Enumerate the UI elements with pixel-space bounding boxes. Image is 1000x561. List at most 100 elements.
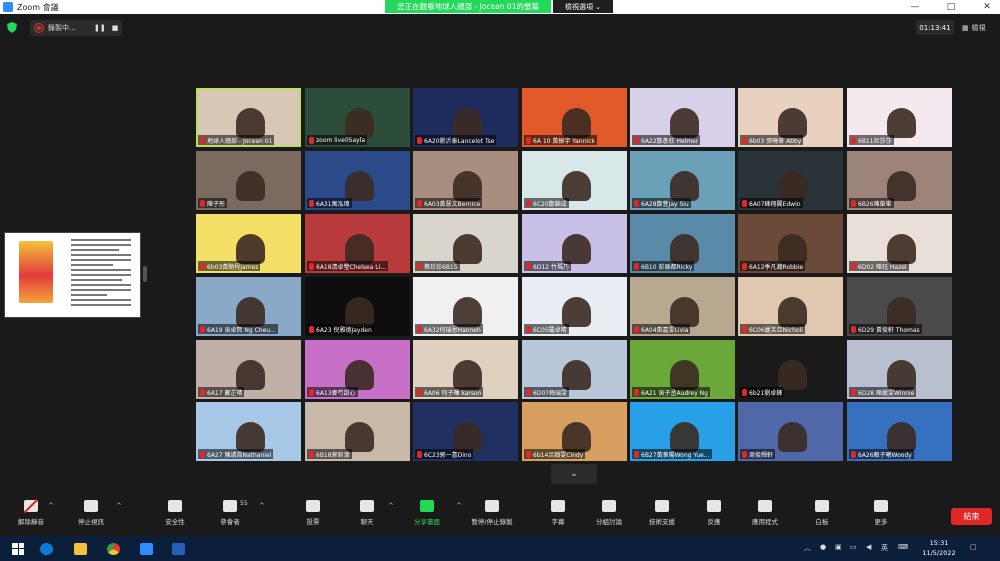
participant-tile[interactable]: 6A26賴子曦Woody: [847, 402, 952, 461]
reactions-button[interactable]: 反應: [689, 500, 739, 526]
participant-tile[interactable]: 6A06 何子暉 karson: [413, 340, 518, 399]
participant-tile[interactable]: 地球人總部 - Jocean 01: [196, 88, 301, 147]
participant-tile[interactable]: 陳子彤: [196, 151, 301, 210]
system-clock[interactable]: 15:31 11/5/2022: [918, 538, 960, 558]
share-screen-icon: [420, 500, 434, 512]
participant-tile[interactable]: 6A20劉沂泰Lancelot Tse: [413, 88, 518, 147]
participant-tile[interactable]: 6A04黃嘉雯Livia: [630, 277, 735, 336]
participant-tile[interactable]: 6A07峰翔翼Edwin: [738, 151, 843, 210]
participant-name: 6B10 彭展都Ricky: [641, 263, 693, 271]
participant-tile[interactable]: 6D28 陳麗雯Winnie: [847, 340, 952, 399]
participant-tile[interactable]: 6A03黃慧文Bernice: [413, 151, 518, 210]
participant-tile[interactable]: 6D12 竹瑪乃: [522, 214, 627, 273]
participant-tile[interactable]: 6C20鄭錦成: [522, 151, 627, 210]
whiteboard-button[interactable]: 白板: [797, 500, 847, 526]
maximize-icon[interactable]: □: [940, 0, 962, 14]
tray-camera-icon[interactable]: ▣: [835, 543, 842, 551]
participant-tile[interactable]: 6A12季凡瀚Robbie: [738, 214, 843, 273]
tray-overflow-icon[interactable]: ︿: [804, 543, 811, 553]
mic-muted-icon: [851, 262, 856, 270]
participant-tile[interactable]: 6C05羅卓晴: [522, 277, 627, 336]
breakout-rooms-button[interactable]: 分組討論: [584, 500, 634, 526]
participant-tile[interactable]: 周俊輝軒: [738, 402, 843, 461]
participant-nameplate: 6B10 彭展都Ricky: [632, 261, 695, 271]
security-button[interactable]: 安全性: [150, 500, 200, 526]
participant-tile[interactable]: 6A21 吳子丞Audrey Ng: [630, 340, 735, 399]
chevron-up-icon[interactable]: ^: [388, 502, 394, 510]
participant-name: 6D29 黃俊軒 Thomas: [858, 326, 920, 334]
participant-tile[interactable]: 6b14呂翰雯Cindy: [522, 402, 627, 461]
participant-tile[interactable]: 蔡珍珍6B15: [413, 214, 518, 273]
participant-tile[interactable]: 6A27 陳靖昌Nathaniel: [196, 402, 301, 461]
participant-tile[interactable]: 6A19 吳卓熙 Ng Cheu...: [196, 277, 301, 336]
participant-tile[interactable]: 6A28鄭萱Jay Siu: [630, 151, 735, 210]
word-icon[interactable]: [172, 543, 185, 555]
poll-icon: [306, 500, 320, 512]
notifications-icon[interactable]: ▢: [970, 543, 977, 551]
participant-tile[interactable]: 6B10 彭展都Ricky: [630, 214, 735, 273]
participant-name: 6A21 吳子丞Audrey Ng: [641, 389, 708, 397]
participant-tile[interactable]: 6D29 黃俊軒 Thomas: [847, 277, 952, 336]
tray-volume-icon[interactable]: ◀: [866, 543, 871, 551]
input-method-icon[interactable]: ⌨: [898, 543, 908, 551]
file-explorer-icon[interactable]: [74, 543, 87, 555]
share-screen-button[interactable]: 分享畫面: [402, 500, 452, 526]
participant-tile[interactable]: 6A 10 黃振宇 Yannick: [522, 88, 627, 147]
chevron-up-icon[interactable]: ^: [456, 502, 462, 510]
split-view-handle[interactable]: [143, 266, 147, 282]
mic-muted-icon: [309, 262, 314, 270]
polls-button[interactable]: 投票: [288, 500, 338, 526]
participant-tile[interactable]: 6A23 倪雅德Jayden: [305, 277, 410, 336]
participant-tile[interactable]: 6B18郭釗濛: [305, 402, 410, 461]
meeting-toolbar: 解除靜音 ^ 停止視訊 ^ 安全性 參會者 55 ^ 投票 聊天 ^ 分享畫面 ^ 暫停/停止錄製 字幕 分組…: [0, 498, 1000, 534]
participant-tile[interactable]: 6C06麗芙亞Nicholi: [738, 277, 843, 336]
participant-tile[interactable]: 6D07梅瑞雯: [522, 340, 627, 399]
close-icon[interactable]: ✕: [976, 0, 998, 14]
participant-tile[interactable]: zoom live05ayla: [305, 88, 410, 147]
chevron-up-icon[interactable]: ^: [116, 502, 122, 510]
view-button[interactable]: ▦ 檢視: [962, 20, 996, 35]
toolbar-label: 分組討論: [596, 518, 622, 526]
tray-mic-icon[interactable]: ●: [820, 543, 826, 551]
chevron-up-icon[interactable]: ^: [48, 502, 54, 510]
chevron-up-icon[interactable]: ^: [259, 502, 265, 510]
zoom-taskbar-icon[interactable]: [140, 543, 153, 555]
participant-tile[interactable]: 6A13麥芍甜心: [305, 340, 410, 399]
next-page-button[interactable]: ⌄: [551, 464, 597, 484]
captions-button[interactable]: 字幕: [533, 500, 583, 526]
view-options-button[interactable]: 檢視選項 ⌄: [553, 0, 613, 13]
participant-tile[interactable]: 6b03 張曉章 Abby: [738, 88, 843, 147]
tray-network-icon[interactable]: ▭: [850, 543, 857, 551]
stop-recording-icon[interactable]: ■: [112, 24, 119, 32]
participant-tile[interactable]: 6b03黃馳程James: [196, 214, 301, 273]
apps-button[interactable]: 應用程式: [740, 500, 790, 526]
stop-video-button[interactable]: 停止視訊: [66, 500, 116, 526]
participant-tile[interactable]: 6C23郭一喜Dino: [413, 402, 518, 461]
participant-video: [235, 108, 266, 138]
pause-stop-recording-button[interactable]: 暫停/停止錄製: [467, 500, 517, 526]
shared-screen-thumbnail[interactable]: [4, 232, 141, 318]
tech-support-button[interactable]: 技術支援: [637, 500, 687, 526]
windows-start-icon[interactable]: [12, 542, 24, 555]
participant-video: [561, 234, 592, 264]
chrome-icon[interactable]: [107, 543, 120, 555]
participant-tile[interactable]: 6D02 陳珏 Hazel: [847, 214, 952, 273]
participant-tile[interactable]: 6b21劉卓鋒: [738, 340, 843, 399]
minimize-icon[interactable]: —: [904, 0, 926, 14]
participant-tile[interactable]: 6A17 鄺芷晴: [196, 340, 301, 399]
pause-recording-icon[interactable]: ❚❚: [94, 24, 106, 32]
participant-nameplate: 6A23 倪雅德Jayden: [307, 324, 374, 334]
participant-tile[interactable]: 6B26陳榮峯: [847, 151, 952, 210]
participant-tile[interactable]: 6A31寓泓璋: [305, 151, 410, 210]
participant-nameplate: 6A03黃慧文Bernice: [415, 198, 483, 208]
edge-icon[interactable]: [40, 543, 53, 555]
end-meeting-button[interactable]: 結束: [951, 508, 992, 525]
participant-tile[interactable]: 6A22鄭彥欣 Helmer: [630, 88, 735, 147]
participant-tile[interactable]: 6B27黃華陽Wong Yue...: [630, 402, 735, 461]
more-button[interactable]: 更多: [856, 500, 906, 526]
participant-tile[interactable]: 6B11尼莎莎: [847, 88, 952, 147]
participant-tile[interactable]: 6A32何瑞恩Hanneh: [413, 277, 518, 336]
input-language[interactable]: 英: [881, 543, 888, 553]
participant-tile[interactable]: 6A18清卓瑩Chelsea Li...: [305, 214, 410, 273]
chat-button[interactable]: 聊天: [342, 500, 392, 526]
